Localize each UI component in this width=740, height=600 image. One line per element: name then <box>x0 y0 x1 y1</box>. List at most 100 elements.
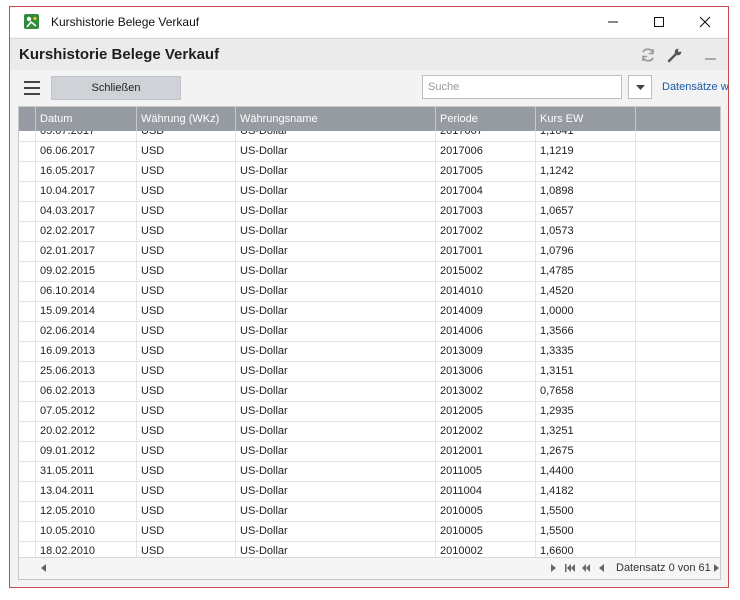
row-selector[interactable] <box>19 322 36 341</box>
column-header-kurs[interactable]: Kurs EW <box>536 107 636 131</box>
collapse-icon[interactable] <box>703 47 719 63</box>
table-row[interactable]: 31.05.2011 USD US-Dollar 2011005 1,4400 <box>19 462 720 482</box>
cell-datum: 05.07.2017 <box>36 131 137 141</box>
next-record-icon[interactable] <box>714 563 720 573</box>
table-row[interactable]: 12.05.2010 USD US-Dollar 2010005 1,5500 <box>19 502 720 522</box>
cell-kurs: 1,1242 <box>536 162 636 181</box>
row-selector[interactable] <box>19 462 36 481</box>
table-row[interactable]: 09.02.2015 USD US-Dollar 2015002 1,4785 <box>19 262 720 282</box>
cell-waehrung: USD <box>137 242 236 261</box>
table-row[interactable]: 06.06.2017 USD US-Dollar 2017006 1,1219 <box>19 142 720 162</box>
table-row[interactable]: 10.05.2010 USD US-Dollar 2010005 1,5500 <box>19 522 720 542</box>
cell-waehrung: USD <box>137 402 236 421</box>
table-row[interactable]: 10.04.2017 USD US-Dollar 2017004 1,0898 <box>19 182 720 202</box>
row-selector[interactable] <box>19 242 36 261</box>
table-row[interactable]: 06.10.2014 USD US-Dollar 2014010 1,4520 <box>19 282 720 302</box>
search-dropdown-button[interactable] <box>628 75 652 99</box>
table-row[interactable]: 09.01.2012 USD US-Dollar 2012001 1,2675 <box>19 442 720 462</box>
table-row[interactable]: 04.03.2017 USD US-Dollar 2017003 1,0657 <box>19 202 720 222</box>
cell-datum: 04.03.2017 <box>36 202 137 221</box>
row-selector[interactable] <box>19 342 36 361</box>
cell-kurs: 1,0657 <box>536 202 636 221</box>
row-selector[interactable] <box>19 142 36 161</box>
cell-waehrung: USD <box>137 302 236 321</box>
row-selector[interactable] <box>19 362 36 381</box>
table-row[interactable]: 25.06.2013 USD US-Dollar 2013006 1,3151 <box>19 362 720 382</box>
close-button[interactable]: Schließen <box>51 76 181 100</box>
table-row[interactable]: 02.02.2017 USD US-Dollar 2017002 1,0573 <box>19 222 720 242</box>
scroll-right-icon[interactable] <box>551 563 557 573</box>
row-selector[interactable] <box>19 162 36 181</box>
row-selector[interactable] <box>19 522 36 541</box>
menu-icon[interactable] <box>24 81 40 95</box>
cell-kurs: 1,1219 <box>536 142 636 161</box>
app-window: Kurshistorie Belege Verkauf Kurshistorie… <box>9 6 729 588</box>
table-row[interactable]: 13.04.2011 USD US-Dollar 2011004 1,4182 <box>19 482 720 502</box>
table-row[interactable]: 02.01.2017 USD US-Dollar 2017001 1,0796 <box>19 242 720 262</box>
row-selector[interactable] <box>19 382 36 401</box>
search-input[interactable] <box>422 75 622 99</box>
column-header-periode[interactable]: Periode <box>436 107 536 131</box>
refresh-icon[interactable] <box>640 47 656 63</box>
column-header-datum[interactable]: Datum <box>36 107 137 131</box>
row-selector[interactable] <box>19 202 36 221</box>
row-selector[interactable] <box>19 482 36 501</box>
table-row[interactable]: 06.02.2013 USD US-Dollar 2013002 0,7658 <box>19 382 720 402</box>
row-selector[interactable] <box>19 182 36 201</box>
previous-record-icon[interactable] <box>599 563 605 573</box>
records-link[interactable]: Datensätze w <box>662 81 729 93</box>
table-row[interactable]: 02.06.2014 USD US-Dollar 2014006 1,3566 <box>19 322 720 342</box>
table-row[interactable]: 16.05.2017 USD US-Dollar 2017005 1,1242 <box>19 162 720 182</box>
row-selector[interactable] <box>19 262 36 281</box>
row-selector[interactable] <box>19 402 36 421</box>
first-record-icon[interactable] <box>565 563 575 573</box>
table-row[interactable]: 15.09.2014 USD US-Dollar 2014009 1,0000 <box>19 302 720 322</box>
minimize-button[interactable] <box>598 11 628 33</box>
table-row[interactable]: 16.09.2013 USD US-Dollar 2013009 1,3335 <box>19 342 720 362</box>
app-icon <box>24 14 39 29</box>
cell-waehrungsname: US-Dollar <box>236 402 436 421</box>
row-selector[interactable] <box>19 222 36 241</box>
cell-datum: 10.04.2017 <box>36 182 137 201</box>
column-header-waehrungsname[interactable]: Währungsname <box>236 107 436 131</box>
wrench-icon[interactable] <box>667 47 683 63</box>
cell-waehrungsname: US-Dollar <box>236 222 436 241</box>
cell-filler <box>636 162 720 181</box>
cell-datum: 06.02.2013 <box>36 382 137 401</box>
cell-periode: 2013006 <box>436 362 536 381</box>
close-window-button[interactable] <box>690 11 720 33</box>
previous-page-icon[interactable] <box>581 563 591 573</box>
cell-waehrungsname: US-Dollar <box>236 302 436 321</box>
cell-waehrungsname: US-Dollar <box>236 131 436 141</box>
table-row[interactable]: 20.02.2012 USD US-Dollar 2012002 1,3251 <box>19 422 720 442</box>
cell-datum: 25.06.2013 <box>36 362 137 381</box>
cell-kurs: 1,2675 <box>536 442 636 461</box>
cell-waehrungsname: US-Dollar <box>236 202 436 221</box>
maximize-button[interactable] <box>644 11 674 33</box>
row-selector[interactable] <box>19 542 36 557</box>
cell-waehrung: USD <box>137 442 236 461</box>
row-selector[interactable] <box>19 302 36 321</box>
page-title: Kurshistorie Belege Verkauf <box>19 46 220 63</box>
table-row[interactable]: 18.02.2010 USD US-Dollar 2010002 1,6600 <box>19 542 720 557</box>
row-selector[interactable] <box>19 442 36 461</box>
row-selector[interactable] <box>19 502 36 521</box>
table-row[interactable]: 05.07.2017 USD US-Dollar 2017007 1,1641 <box>19 131 720 142</box>
cell-waehrung: USD <box>137 222 236 241</box>
row-selector[interactable] <box>19 282 36 301</box>
table-row[interactable]: 07.05.2012 USD US-Dollar 2012005 1,2935 <box>19 402 720 422</box>
row-selector[interactable] <box>19 422 36 441</box>
cell-waehrung: USD <box>137 342 236 361</box>
cell-datum: 18.02.2010 <box>36 542 137 557</box>
cell-kurs: 1,0573 <box>536 222 636 241</box>
cell-waehrung: USD <box>137 162 236 181</box>
cell-waehrung: USD <box>137 182 236 201</box>
column-header-waehrung[interactable]: Währung (WKz) <box>137 107 236 131</box>
cell-periode: 2011005 <box>436 462 536 481</box>
cell-kurs: 1,0898 <box>536 182 636 201</box>
scroll-left-icon[interactable] <box>41 564 47 572</box>
row-selector[interactable] <box>19 131 36 141</box>
cell-periode: 2014010 <box>436 282 536 301</box>
cell-waehrung: USD <box>137 482 236 501</box>
cell-filler <box>636 402 720 421</box>
